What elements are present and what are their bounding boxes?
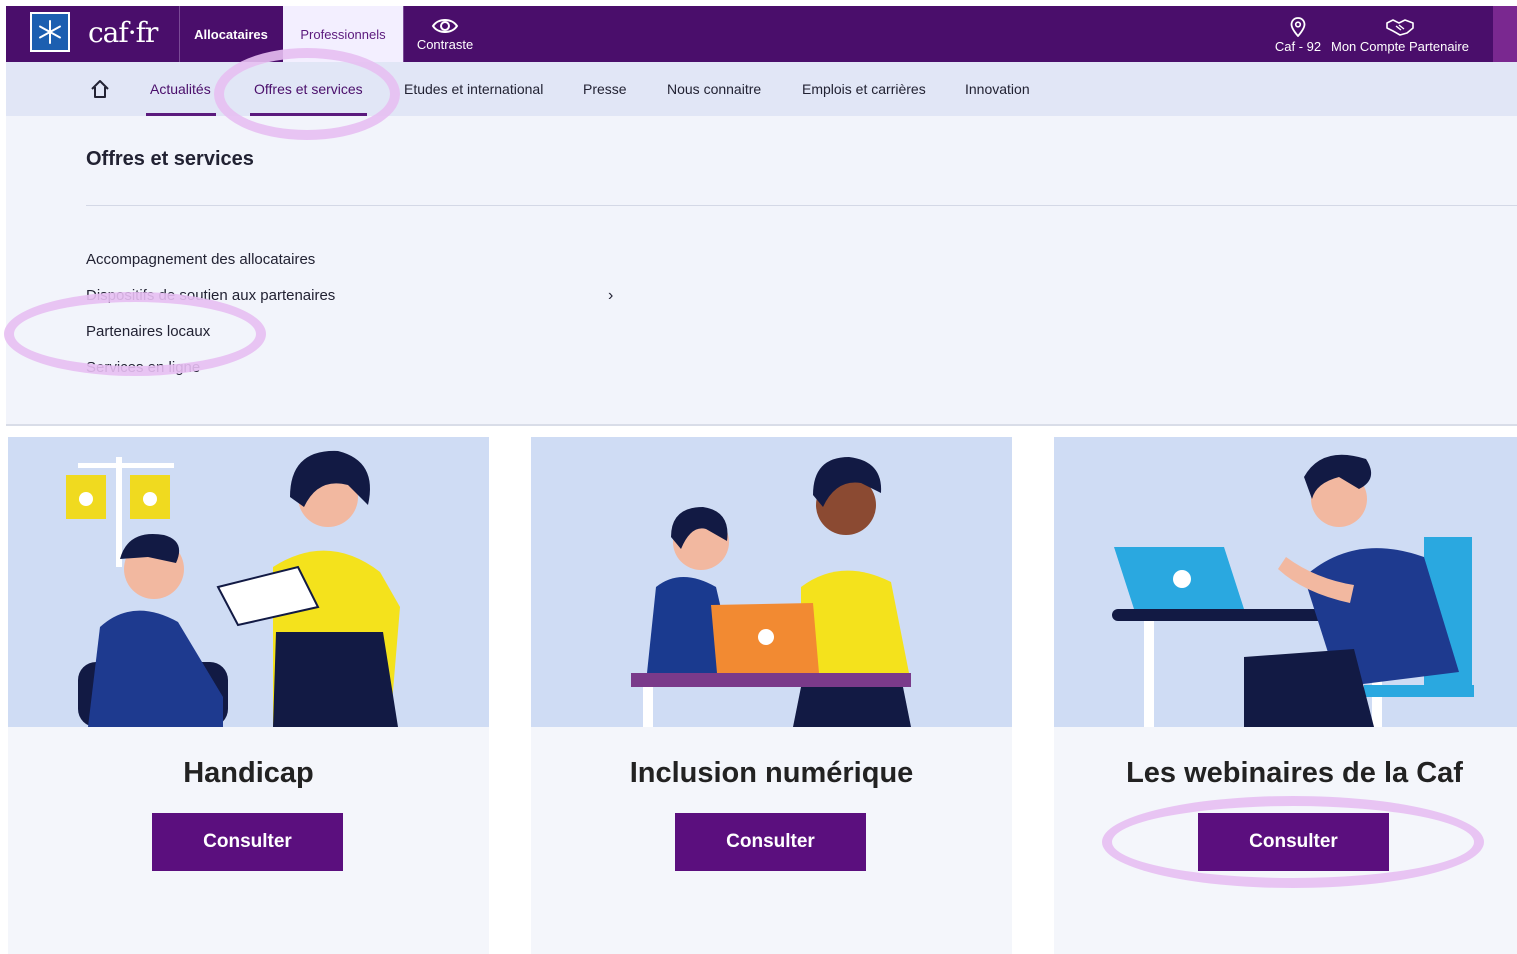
account-label: Mon Compte Partenaire <box>1330 38 1469 54</box>
webinaires-illustration <box>1054 437 1517 727</box>
handshake-icon <box>1386 18 1414 36</box>
nav-emplois-carrieres[interactable]: Emplois et carrières <box>802 62 926 116</box>
link-accompagnement[interactable]: Accompagnement des allocataires <box>86 251 315 268</box>
card-webinaires: Les webinaires de la Caf Consulter <box>1054 437 1517 954</box>
nav-etudes-international[interactable]: Etudes et international <box>404 62 543 116</box>
nav-nous-connaitre[interactable]: Nous connaitre <box>667 62 761 116</box>
tab-professionnels[interactable]: Professionnels <box>283 6 403 62</box>
link-partenaires-locaux[interactable]: Partenaires locaux <box>86 323 210 340</box>
account-button[interactable]: Mon Compte Partenaire <box>1328 10 1472 60</box>
location-label: Caf - 92 <box>1274 38 1322 54</box>
site-logo-text[interactable]: caf·fr <box>88 16 158 49</box>
nav-presse[interactable]: Presse <box>583 62 627 116</box>
search-toggle[interactable] <box>1493 6 1517 62</box>
card-title: Les webinaires de la Caf <box>1126 757 1463 789</box>
divider <box>6 424 1517 426</box>
handicap-illustration <box>8 437 489 727</box>
dropdown-title: Offres et services <box>86 148 254 170</box>
link-services-en-ligne[interactable]: Services en ligne <box>86 359 200 376</box>
offres-dropdown-panel: Offres et services Accompagnement des al… <box>6 116 1517 424</box>
consulter-button[interactable]: Consulter <box>152 813 343 871</box>
card-title: Inclusion numérique <box>629 757 914 789</box>
consulter-button[interactable]: Consulter <box>675 813 866 871</box>
divider <box>86 205 1517 206</box>
nav-innovation[interactable]: Innovation <box>965 62 1030 116</box>
link-dispositifs-soutien[interactable]: Dispositifs de soutien aux partenaires <box>86 287 335 304</box>
card-title: Handicap <box>183 757 314 789</box>
top-bar: caf·fr Allocataires Professionnels Contr… <box>6 6 1517 62</box>
inclusion-illustration <box>531 437 1012 727</box>
location-pin-icon <box>1290 16 1306 37</box>
nav-offres-et-services[interactable]: Offres et services <box>254 62 363 116</box>
card-inclusion-numerique: Inclusion numérique Consulter <box>531 437 1012 954</box>
chevron-right-icon[interactable]: › <box>608 287 613 305</box>
contrast-button[interactable]: Contraste <box>404 6 486 62</box>
nav-actualites[interactable]: Actualités <box>150 62 211 116</box>
caf-logo[interactable] <box>30 12 70 52</box>
eye-icon <box>431 18 459 33</box>
section-nav: Actualités Offres et services Etudes et … <box>6 62 1517 116</box>
snowflake-icon <box>39 20 61 44</box>
tab-allocataires[interactable]: Allocataires <box>180 6 282 62</box>
home-icon[interactable] <box>89 78 111 100</box>
consulter-button[interactable]: Consulter <box>1198 813 1389 871</box>
card-handicap: Handicap Consulter <box>8 437 489 954</box>
contrast-label: Contraste <box>416 36 474 52</box>
location-button[interactable]: Caf - 92 <box>1270 10 1326 60</box>
